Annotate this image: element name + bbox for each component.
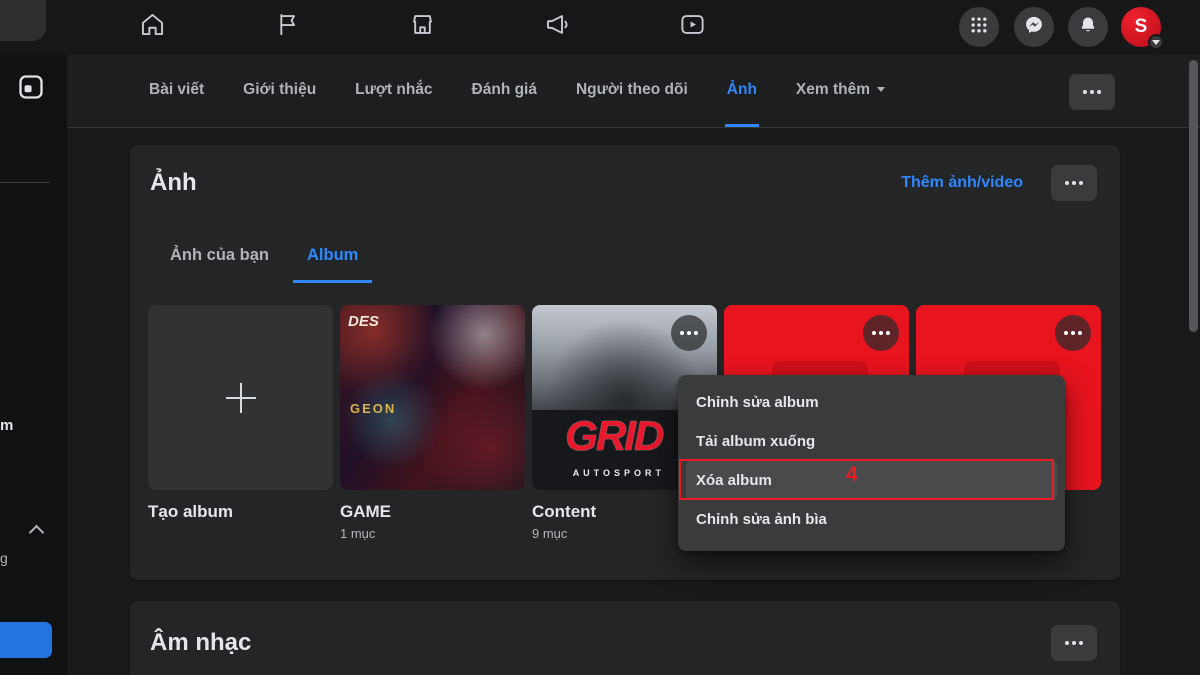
profile-more-options-button[interactable] bbox=[1069, 74, 1115, 110]
messenger-icon bbox=[1024, 15, 1044, 40]
profile-tab-bar: Bài viết Giới thiệu Lượt nhắc Đánh giá N… bbox=[67, 55, 1200, 128]
menu-item-label: Xóa album bbox=[696, 472, 772, 489]
bell-icon bbox=[1078, 15, 1098, 40]
corner-overlay bbox=[0, 0, 46, 41]
menu-item-edit-album[interactable]: Chỉnh sửa album bbox=[686, 383, 1057, 422]
tab-xem-them[interactable]: Xem thêm bbox=[794, 55, 887, 127]
cover-text: AUTOSPORT bbox=[573, 468, 665, 478]
subtab-label: Ảnh của bạn bbox=[170, 246, 269, 265]
music-more-options-button[interactable] bbox=[1051, 625, 1097, 661]
tab-nguoi-theo-doi[interactable]: Người theo dõi bbox=[574, 55, 690, 127]
top-nav: S bbox=[0, 0, 1200, 55]
chevron-down-icon bbox=[1152, 40, 1160, 45]
pages-tab[interactable] bbox=[265, 5, 309, 49]
subtab-album[interactable]: Album bbox=[293, 231, 372, 283]
megaphone-icon bbox=[544, 11, 571, 43]
page-scrollbar bbox=[1189, 57, 1198, 673]
profile-tabs: Bài viết Giới thiệu Lượt nhắc Đánh giá N… bbox=[67, 55, 1200, 127]
cover-text: DES bbox=[348, 313, 379, 330]
chevron-up-icon[interactable] bbox=[30, 523, 44, 537]
sidebar-panel-icon bbox=[17, 73, 45, 106]
ellipsis-icon bbox=[680, 331, 698, 335]
music-card: Âm nhạc bbox=[130, 601, 1120, 675]
home-icon bbox=[139, 11, 166, 43]
video-icon bbox=[679, 11, 706, 43]
photos-more-options-button[interactable] bbox=[1051, 165, 1097, 201]
ads-tab[interactable] bbox=[535, 5, 579, 49]
annotation-step-number: 4 bbox=[846, 463, 858, 487]
home-tab[interactable] bbox=[130, 5, 174, 49]
album-cover-game[interactable]: DES GEON bbox=[340, 305, 525, 490]
menu-item-label: Chỉnh sửa ảnh bìa bbox=[696, 511, 827, 528]
album-create: Tạo album bbox=[148, 305, 333, 541]
ellipsis-icon bbox=[1065, 641, 1083, 645]
flag-icon bbox=[274, 11, 301, 43]
sidebar-item-label-partial-2[interactable]: g bbox=[0, 550, 8, 566]
album-context-menu: Chỉnh sửa album Tải album xuống Xóa albu… bbox=[678, 375, 1065, 551]
tab-label: Giới thiệu bbox=[243, 81, 316, 99]
album-name[interactable]: Tạo album bbox=[148, 502, 333, 522]
album-options-button[interactable] bbox=[1055, 315, 1091, 351]
tab-label: Xem thêm bbox=[796, 81, 870, 99]
tab-label: Ảnh bbox=[727, 81, 757, 99]
music-title: Âm nhạc bbox=[150, 629, 251, 657]
album-count: 1 mục bbox=[340, 526, 525, 541]
album-options-button[interactable] bbox=[671, 315, 707, 351]
ellipsis-icon bbox=[1083, 90, 1101, 94]
menu-item-label: Tải album xuống bbox=[696, 433, 815, 450]
tab-label: Người theo dõi bbox=[576, 81, 688, 99]
sidebar-divider bbox=[0, 182, 50, 183]
cover-text: GRID bbox=[565, 412, 662, 460]
chevron-down-icon bbox=[877, 87, 885, 92]
menu-item-delete-album[interactable]: Xóa album bbox=[686, 461, 1057, 500]
album-options-button[interactable] bbox=[863, 315, 899, 351]
photos-card-header: Ảnh Thêm ảnh/video bbox=[150, 161, 1097, 205]
marketplace-icon bbox=[409, 11, 436, 43]
cover-text: GEON bbox=[350, 401, 396, 416]
sidebar-primary-button[interactable] bbox=[0, 622, 52, 658]
avatar-letter: S bbox=[1135, 16, 1148, 38]
subtab-label: Album bbox=[307, 246, 358, 265]
apps-grid-icon bbox=[969, 15, 989, 40]
menu-item-label: Chỉnh sửa album bbox=[696, 394, 819, 411]
add-photo-video-link[interactable]: Thêm ảnh/video bbox=[901, 174, 1023, 192]
sidebar-toggle-button[interactable] bbox=[15, 73, 47, 105]
photos-title: Ảnh bbox=[150, 169, 197, 197]
tab-luot-nhac[interactable]: Lượt nhắc bbox=[353, 55, 434, 127]
album-name[interactable]: GAME bbox=[340, 502, 525, 522]
ellipsis-icon bbox=[872, 331, 890, 335]
marketplace-tab[interactable] bbox=[400, 5, 444, 49]
plus-icon bbox=[226, 383, 256, 413]
notifications-button[interactable] bbox=[1068, 7, 1108, 47]
messenger-button[interactable] bbox=[1014, 7, 1054, 47]
ellipsis-icon bbox=[1064, 331, 1082, 335]
album-game: DES GEON GAME 1 mục bbox=[340, 305, 525, 541]
menu-item-edit-cover[interactable]: Chỉnh sửa ảnh bìa bbox=[686, 500, 1057, 539]
apps-menu-button[interactable] bbox=[959, 7, 999, 47]
sidebar-item-label-partial[interactable]: m bbox=[0, 417, 13, 434]
music-card-header: Âm nhạc bbox=[150, 621, 1097, 665]
tab-label: Lượt nhắc bbox=[355, 81, 432, 99]
create-album-tile[interactable] bbox=[148, 305, 333, 490]
tab-label: Bài viết bbox=[149, 81, 204, 99]
subtab-your-photos[interactable]: Ảnh của bạn bbox=[156, 231, 283, 283]
tab-label: Đánh giá bbox=[472, 81, 537, 99]
left-sidebar: m g bbox=[0, 55, 67, 675]
video-tab[interactable] bbox=[670, 5, 714, 49]
menu-item-download-album[interactable]: Tải album xuống bbox=[686, 422, 1057, 461]
profile-avatar[interactable]: S bbox=[1121, 7, 1161, 47]
tab-bai-viet[interactable]: Bài viết bbox=[147, 55, 206, 127]
scrollbar-thumb[interactable] bbox=[1189, 60, 1198, 332]
account-chevron-badge bbox=[1148, 34, 1164, 50]
ellipsis-icon bbox=[1065, 181, 1083, 185]
tab-danh-gia[interactable]: Đánh giá bbox=[470, 55, 539, 127]
tab-anh[interactable]: Ảnh bbox=[725, 55, 759, 127]
photos-subtabs: Ảnh của bạn Album bbox=[156, 231, 372, 283]
tab-gioi-thieu[interactable]: Giới thiệu bbox=[241, 55, 318, 127]
